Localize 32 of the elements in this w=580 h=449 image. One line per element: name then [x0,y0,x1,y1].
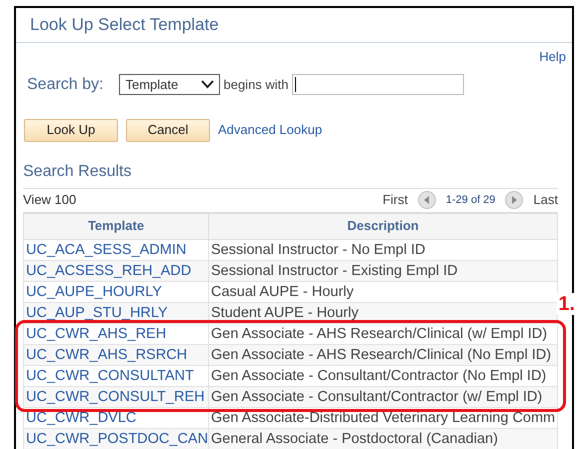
page-range-label: 1-29 of 29 [446,192,496,208]
template-link[interactable]: UC_CWR_DVLC [24,408,208,430]
template-link[interactable]: UC_CWR_AHS_REH [24,324,208,346]
annotation-label: 1. [557,292,576,314]
column-header[interactable]: Description [208,214,557,238]
search-by-dropdown[interactable]: Template [119,74,220,95]
template-link[interactable]: UC_CWR_CONSULTANT [24,366,208,388]
next-icon[interactable] [505,191,524,209]
help-link[interactable]: Help [539,47,566,66]
column-header[interactable]: Template [24,214,208,238]
view-all-link[interactable]: View 100 [23,190,76,210]
operator-label: begins with [223,76,289,94]
table-cell: General Associate - Postdoctoral (Canadian) [208,428,557,449]
last-label: Last [533,191,558,210]
template-link[interactable]: UC_CWR_POSTDOC_CAN [24,428,208,449]
template-link[interactable]: UC_AUP_STU_HRLY [24,302,208,324]
template-link[interactable]: UC_CWR_CONSULT_REH [24,386,208,408]
first-label: First [382,191,408,210]
cancel-button[interactable]: Cancel [126,118,210,142]
previous-icon[interactable] [418,191,436,209]
chevron-down-icon [201,80,214,89]
look-up-button[interactable]: Look Up [24,118,118,142]
template-link[interactable]: UC_CWR_AHS_RSRCH [24,344,208,366]
section-title: Search Results [23,162,132,180]
advanced-lookup-link[interactable]: Advanced Lookup [218,120,322,140]
search-by-label: Search by: [27,74,104,94]
template-link[interactable]: UC_ACSESS_REH_ADD [24,260,208,282]
template-link[interactable]: UC_ACA_SESS_ADMIN [24,240,208,262]
search-input-field[interactable] [292,74,464,95]
template-link[interactable]: UC_AUPE_HOURLY [24,282,208,304]
window-title: Look Up Select Template [30,14,219,36]
text-cursor [294,77,296,92]
